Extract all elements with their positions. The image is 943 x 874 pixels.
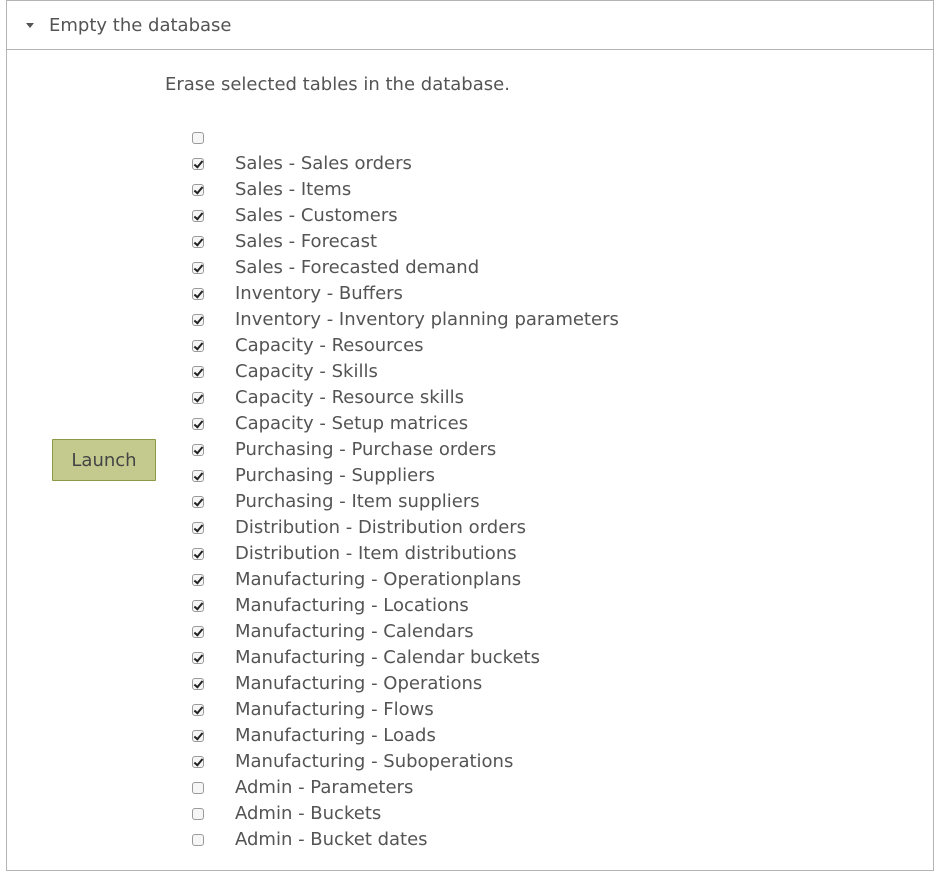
table-row: Manufacturing - Loads <box>189 723 619 749</box>
table-row: Capacity - Resources <box>189 333 619 359</box>
empty-database-panel: Empty the database Erase selected tables… <box>6 0 934 871</box>
table-label[interactable]: Distribution - Distribution orders <box>235 516 526 540</box>
table-label[interactable]: Purchasing - Item suppliers <box>235 490 480 514</box>
table-checkbox[interactable] <box>192 288 204 300</box>
table-row: Admin - Buckets <box>189 801 619 827</box>
table-row: Capacity - Resource skills <box>189 385 619 411</box>
table-row: Manufacturing - Suboperations <box>189 749 619 775</box>
table-checkbox[interactable] <box>192 652 204 664</box>
table-label[interactable]: Manufacturing - Loads <box>235 724 436 748</box>
table-row: Manufacturing - Calendars <box>189 619 619 645</box>
table-checkbox[interactable] <box>192 314 204 326</box>
table-row: Sales - Forecast <box>189 229 619 255</box>
table-checkbox[interactable] <box>192 184 204 196</box>
table-row: Inventory - Buffers <box>189 281 619 307</box>
table-checkbox[interactable] <box>192 756 204 768</box>
table-label[interactable]: Manufacturing - Calendar buckets <box>235 646 540 670</box>
table-label[interactable]: Capacity - Setup matrices <box>235 412 468 436</box>
table-checkbox[interactable] <box>192 444 204 456</box>
table-label[interactable]: Admin - Bucket dates <box>235 828 428 852</box>
table-row: Sales - Customers <box>189 203 619 229</box>
table-label[interactable]: Manufacturing - Suboperations <box>235 750 513 774</box>
table-checkbox[interactable] <box>192 782 204 794</box>
table-checkbox[interactable] <box>192 600 204 612</box>
table-label[interactable]: Sales - Sales orders <box>235 152 412 176</box>
panel-header[interactable]: Empty the database <box>7 1 933 50</box>
table-checkbox[interactable] <box>192 392 204 404</box>
table-checkbox[interactable] <box>192 210 204 222</box>
table-checkbox[interactable] <box>192 834 204 846</box>
table-label[interactable]: Manufacturing - Operations <box>235 672 482 696</box>
table-label[interactable]: Distribution - Item distributions <box>235 542 517 566</box>
table-row: Purchasing - Suppliers <box>189 463 619 489</box>
table-label[interactable]: Capacity - Skills <box>235 360 378 384</box>
table-row: Distribution - Item distributions <box>189 541 619 567</box>
table-row: Manufacturing - Calendar buckets <box>189 645 619 671</box>
table-checkbox[interactable] <box>192 236 204 248</box>
table-label[interactable]: Inventory - Buffers <box>235 282 403 306</box>
table-row: Admin - Bucket dates <box>189 827 619 853</box>
panel-title: Empty the database <box>49 15 232 36</box>
launch-button[interactable]: Launch <box>52 439 156 481</box>
table-label[interactable]: Capacity - Resource skills <box>235 386 464 410</box>
caret-down-icon[interactable] <box>26 23 34 28</box>
table-checkbox[interactable] <box>192 678 204 690</box>
table-row: Sales - Forecasted demand <box>189 255 619 281</box>
table-label[interactable]: Purchasing - Purchase orders <box>235 438 496 462</box>
table-checkbox[interactable] <box>192 470 204 482</box>
table-checkbox[interactable] <box>192 522 204 534</box>
table-label[interactable]: Sales - Items <box>235 178 351 202</box>
table-row: Purchasing - Item suppliers <box>189 489 619 515</box>
table-label[interactable]: Capacity - Resources <box>235 334 424 358</box>
table-label[interactable]: Manufacturing - Locations <box>235 594 469 618</box>
table-checkbox[interactable] <box>192 808 204 820</box>
table-label[interactable]: Sales - Customers <box>235 204 398 228</box>
table-checkbox[interactable] <box>192 574 204 586</box>
select-all-checkbox[interactable] <box>192 132 204 144</box>
table-row: Sales - Sales orders <box>189 151 619 177</box>
table-checkbox[interactable] <box>192 366 204 378</box>
table-row: Purchasing - Purchase orders <box>189 437 619 463</box>
table-row: Manufacturing - Operationplans <box>189 567 619 593</box>
table-checkbox[interactable] <box>192 158 204 170</box>
table-label[interactable]: Admin - Parameters <box>235 776 413 800</box>
table-row: Admin - Parameters <box>189 775 619 801</box>
table-row: Inventory - Inventory planning parameter… <box>189 307 619 333</box>
table-label[interactable]: Purchasing - Suppliers <box>235 464 435 488</box>
table-checkbox[interactable] <box>192 340 204 352</box>
table-checkbox[interactable] <box>192 496 204 508</box>
table-row: Sales - Items <box>189 177 619 203</box>
table-row: Manufacturing - Locations <box>189 593 619 619</box>
table-label[interactable]: Sales - Forecasted demand <box>235 256 479 280</box>
select-all-row <box>189 125 619 151</box>
table-row: Distribution - Distribution orders <box>189 515 619 541</box>
table-label[interactable]: Inventory - Inventory planning parameter… <box>235 308 619 332</box>
table-checkbox[interactable] <box>192 262 204 274</box>
table-label[interactable]: Manufacturing - Operationplans <box>235 568 521 592</box>
table-checkbox[interactable] <box>192 548 204 560</box>
table-row: Manufacturing - Flows <box>189 697 619 723</box>
table-label[interactable]: Manufacturing - Flows <box>235 698 434 722</box>
table-row: Capacity - Skills <box>189 359 619 385</box>
table-label[interactable]: Admin - Buckets <box>235 802 381 826</box>
table-checkbox[interactable] <box>192 626 204 638</box>
table-checkbox[interactable] <box>192 704 204 716</box>
table-row: Manufacturing - Operations <box>189 671 619 697</box>
table-label[interactable]: Manufacturing - Calendars <box>235 620 474 644</box>
table-checkbox[interactable] <box>192 730 204 742</box>
table-label[interactable]: Sales - Forecast <box>235 230 377 254</box>
table-checkbox[interactable] <box>192 418 204 430</box>
table-checkbox-list: Sales - Sales orders Sales - Items Sales -… <box>189 125 619 853</box>
table-row: Capacity - Setup matrices <box>189 411 619 437</box>
panel-description: Erase selected tables in the database. <box>165 74 510 95</box>
